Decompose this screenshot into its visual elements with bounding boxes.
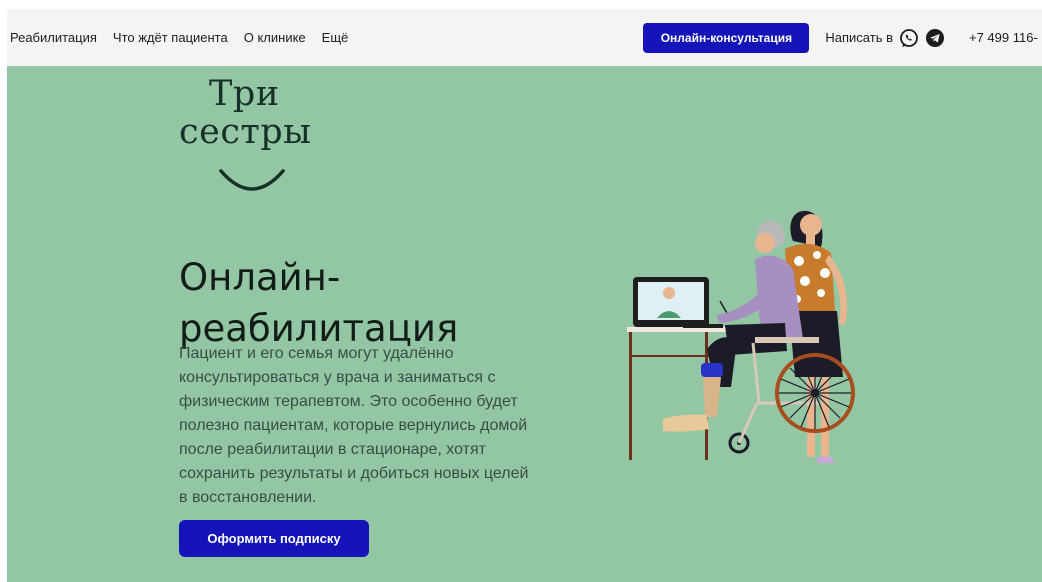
nav-actions: Онлайн-консультация Написать в +7 499 11… [643,9,1042,66]
phone-number[interactable]: +7 499 116- [969,30,1042,45]
online-consultation-button[interactable]: Онлайн-консультация [643,22,810,53]
hero-description: Пациент и его семья могут удалённо консу… [179,345,529,506]
page-title: Онлайн- реабилитация [179,252,559,354]
smile-icon [219,169,285,191]
whatsapp-icon[interactable] [899,28,919,48]
subscribe-button[interactable]: Оформить подписку [179,520,369,557]
nav-link-about-clinic[interactable]: О клинике [244,30,306,45]
telegram-icon[interactable] [925,28,945,48]
brand-logo[interactable]: Три сестры [179,74,312,191]
logo-line-1: Три [209,74,280,114]
nav-link-patient-expectations[interactable]: Что ждёт пациента [113,30,228,45]
write-to-messenger: Написать в [825,28,945,48]
top-navigation: Реабилитация Что ждёт пациента О клинике… [7,9,1042,66]
title-line-1: Онлайн- [179,255,341,299]
nav-link-rehabilitation[interactable]: Реабилитация [10,30,97,45]
page-frame: Реабилитация Что ждёт пациента О клинике… [7,9,1042,582]
nav-link-more[interactable]: Ещё [322,30,349,45]
main-menu: Реабилитация Что ждёт пациента О клинике… [10,30,348,45]
logo-line-2: сестры [179,112,312,152]
write-label: Написать в [825,30,893,45]
telerehab-illustration [627,210,855,463]
